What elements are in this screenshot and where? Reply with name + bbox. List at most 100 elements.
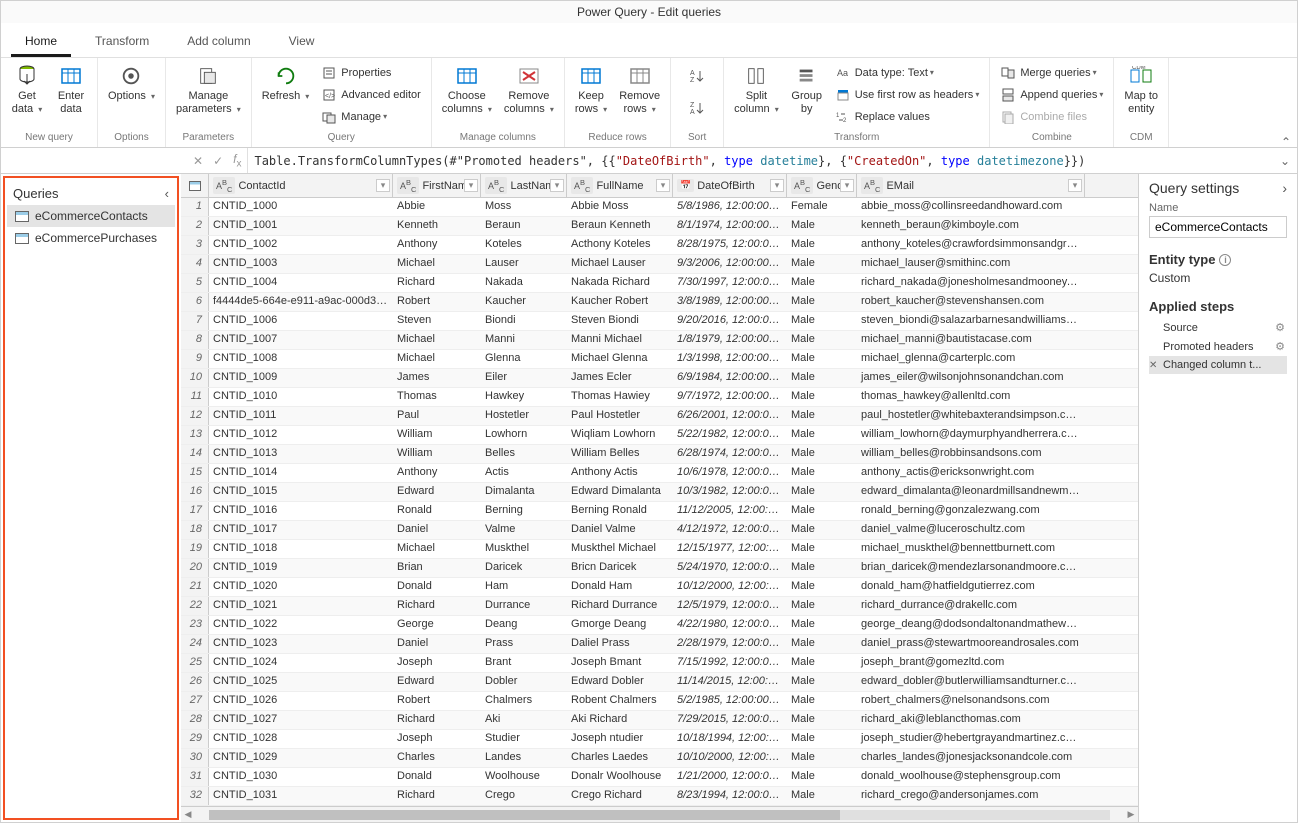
cell-LastName[interactable]: Woolhouse xyxy=(481,768,567,786)
cell-EMail[interactable]: george_deang@dodsondaltonandmathews.com xyxy=(857,616,1085,634)
column-header-ContactId[interactable]: ABCContactId▾ xyxy=(209,174,393,197)
formula-text[interactable]: Table.TransformColumnTypes(#"Promoted he… xyxy=(248,154,1273,168)
cell-LastName[interactable]: Glenna xyxy=(481,350,567,368)
column-header-EMail[interactable]: ABCEMail▾ xyxy=(857,174,1085,197)
cell-Gender[interactable]: Male xyxy=(787,293,857,311)
gear-icon[interactable]: ⚙ xyxy=(1275,340,1285,353)
cell-DateOfBirth[interactable]: 1/8/1979, 12:00:00 AM xyxy=(673,331,787,349)
keep-rows-button[interactable]: Keeprows ▾ xyxy=(571,62,611,118)
cell-FullName[interactable]: Donalr Woolhouse xyxy=(567,768,673,786)
cell-LastName[interactable]: Durrance xyxy=(481,597,567,615)
cell-DateOfBirth[interactable]: 1/3/1998, 12:00:00 AM xyxy=(673,350,787,368)
cell-Gender[interactable]: Male xyxy=(787,654,857,672)
tab-home[interactable]: Home xyxy=(11,28,71,57)
query-item-eCommerceContacts[interactable]: eCommerceContacts xyxy=(7,205,175,227)
merge-q-button[interactable]: Merge queries▾ xyxy=(996,62,1107,84)
cell-Gender[interactable]: Male xyxy=(787,749,857,767)
cell-FirstName[interactable]: Richard xyxy=(393,787,481,805)
cell-EMail[interactable]: ronald_berning@gonzalezwang.com xyxy=(857,502,1085,520)
cell-EMail[interactable]: charles_landes@jonesjacksonandcole.com xyxy=(857,749,1085,767)
cell-DateOfBirth[interactable]: 7/15/1992, 12:00:00 AM xyxy=(673,654,787,672)
cell-FullName[interactable]: Michael Glenna xyxy=(567,350,673,368)
applied-step[interactable]: Promoted headers⚙ xyxy=(1149,337,1287,356)
cell-Gender[interactable]: Male xyxy=(787,312,857,330)
cell-EMail[interactable]: joseph_brant@gomezltd.com xyxy=(857,654,1085,672)
table-row[interactable]: 2CNTID_1001KennethBeraunBeraun Kenneth8/… xyxy=(181,217,1138,236)
cell-LastName[interactable]: Manni xyxy=(481,331,567,349)
cell-Gender[interactable]: Male xyxy=(787,711,857,729)
cell-FullName[interactable]: Daniel Valme xyxy=(567,521,673,539)
cell-Gender[interactable]: Male xyxy=(787,388,857,406)
delete-step-icon[interactable]: ✕ xyxy=(1149,360,1157,371)
cell-EMail[interactable]: thomas_hawkey@allenltd.com xyxy=(857,388,1085,406)
table-row[interactable]: 22CNTID_1021RichardDurranceRichard Durra… xyxy=(181,597,1138,616)
cell-Gender[interactable]: Male xyxy=(787,692,857,710)
cell-Gender[interactable]: Male xyxy=(787,635,857,653)
cell-LastName[interactable]: Valme xyxy=(481,521,567,539)
cell-DateOfBirth[interactable]: 4/12/1972, 12:00:00 AM xyxy=(673,521,787,539)
cell-FullName[interactable]: Paul Hostetler xyxy=(567,407,673,425)
manage-params-button[interactable]: Manageparameters ▾ xyxy=(172,62,245,118)
table-row[interactable]: 17CNTID_1016RonaldBerningBerning Ronald1… xyxy=(181,502,1138,521)
query-item-eCommercePurchases[interactable]: eCommercePurchases xyxy=(7,227,175,249)
cell-LastName[interactable]: Berning xyxy=(481,502,567,520)
cell-EMail[interactable]: edward_dimalanta@leonardmillsandnewman.c… xyxy=(857,483,1085,501)
cell-LastName[interactable]: Actis xyxy=(481,464,567,482)
formula-expand[interactable]: ⌄ xyxy=(1273,154,1297,168)
cell-Gender[interactable]: Male xyxy=(787,787,857,805)
cell-DateOfBirth[interactable]: 11/12/2005, 12:00:00 ... xyxy=(673,502,787,520)
cell-FullName[interactable]: Crego Richard xyxy=(567,787,673,805)
cell-ContactId[interactable]: CNTID_1013 xyxy=(209,445,393,463)
cell-LastName[interactable]: Muskthel xyxy=(481,540,567,558)
table-row[interactable]: 12CNTID_1011PaulHostetlerPaul Hostetler6… xyxy=(181,407,1138,426)
cell-EMail[interactable]: richard_aki@leblancthomas.com xyxy=(857,711,1085,729)
cell-ContactId[interactable]: CNTID_1004 xyxy=(209,274,393,292)
cell-Gender[interactable]: Male xyxy=(787,369,857,387)
cell-FirstName[interactable]: Ronald xyxy=(393,502,481,520)
cell-Gender[interactable]: Male xyxy=(787,407,857,425)
map-entity-button[interactable]: CDMMap toentity xyxy=(1120,62,1162,118)
cell-FirstName[interactable]: Paul xyxy=(393,407,481,425)
cell-EMail[interactable]: anthony_koteles@crawfordsimmonsandgreene… xyxy=(857,236,1085,254)
column-header-DateOfBirth[interactable]: 📅DateOfBirth▾ xyxy=(673,174,787,197)
get-data-button[interactable]: Getdata ▾ xyxy=(7,62,47,118)
horizontal-scrollbar[interactable]: ◀ ▶ xyxy=(181,806,1138,822)
column-header-LastName[interactable]: ABCLastName▾ xyxy=(481,174,567,197)
table-row[interactable]: 10CNTID_1009JamesEilerJames Ecler6/9/198… xyxy=(181,369,1138,388)
cell-EMail[interactable]: robert_kaucher@stevenshansen.com xyxy=(857,293,1085,311)
table-row[interactable]: 31CNTID_1030DonaldWoolhouseDonalr Woolho… xyxy=(181,768,1138,787)
cell-DateOfBirth[interactable]: 6/26/2001, 12:00:00 AM xyxy=(673,407,787,425)
adv-editor-button[interactable]: </>Advanced editor xyxy=(317,84,425,106)
cell-LastName[interactable]: Ham xyxy=(481,578,567,596)
cell-DateOfBirth[interactable]: 10/18/1994, 12:00:00 ... xyxy=(673,730,787,748)
cell-LastName[interactable]: Biondi xyxy=(481,312,567,330)
cell-DateOfBirth[interactable]: 3/8/1989, 12:00:00 AM xyxy=(673,293,787,311)
cell-Gender[interactable]: Male xyxy=(787,502,857,520)
cell-FullName[interactable]: Manni Michael xyxy=(567,331,673,349)
cell-ContactId[interactable]: CNTID_1027 xyxy=(209,711,393,729)
cell-LastName[interactable]: Moss xyxy=(481,198,567,216)
table-row[interactable]: 15CNTID_1014AnthonyActisAnthony Actis10/… xyxy=(181,464,1138,483)
cell-Gender[interactable]: Male xyxy=(787,331,857,349)
cell-FirstName[interactable]: Donald xyxy=(393,768,481,786)
table-row[interactable]: 14CNTID_1013WilliamBellesWilliam Belles6… xyxy=(181,445,1138,464)
cell-Gender[interactable]: Male xyxy=(787,445,857,463)
cell-LastName[interactable]: Eiler xyxy=(481,369,567,387)
cell-EMail[interactable]: richard_crego@andersonjames.com xyxy=(857,787,1085,805)
cell-DateOfBirth[interactable]: 5/24/1970, 12:00:00 AM xyxy=(673,559,787,577)
cell-FullName[interactable]: Richard Durrance xyxy=(567,597,673,615)
cell-FirstName[interactable]: Edward xyxy=(393,483,481,501)
cell-EMail[interactable]: brian_daricek@mendezlarsonandmoore.com xyxy=(857,559,1085,577)
cell-Gender[interactable]: Male xyxy=(787,217,857,235)
cell-Gender[interactable]: Male xyxy=(787,255,857,273)
cell-ContactId[interactable]: CNTID_1019 xyxy=(209,559,393,577)
table-row[interactable]: 27CNTID_1026RobertChalmersRobent Chalmer… xyxy=(181,692,1138,711)
cell-LastName[interactable]: Belles xyxy=(481,445,567,463)
cell-LastName[interactable]: Nakada xyxy=(481,274,567,292)
table-row[interactable]: 25CNTID_1024JosephBrantJoseph Bmant7/15/… xyxy=(181,654,1138,673)
cell-FirstName[interactable]: Daniel xyxy=(393,635,481,653)
cell-Gender[interactable]: Male xyxy=(787,673,857,691)
choose-cols-button[interactable]: Choosecolumns ▾ xyxy=(438,62,496,118)
cell-EMail[interactable]: edward_dobler@butlerwilliamsandturner.co… xyxy=(857,673,1085,691)
cell-FullName[interactable]: Joseph ntudier xyxy=(567,730,673,748)
